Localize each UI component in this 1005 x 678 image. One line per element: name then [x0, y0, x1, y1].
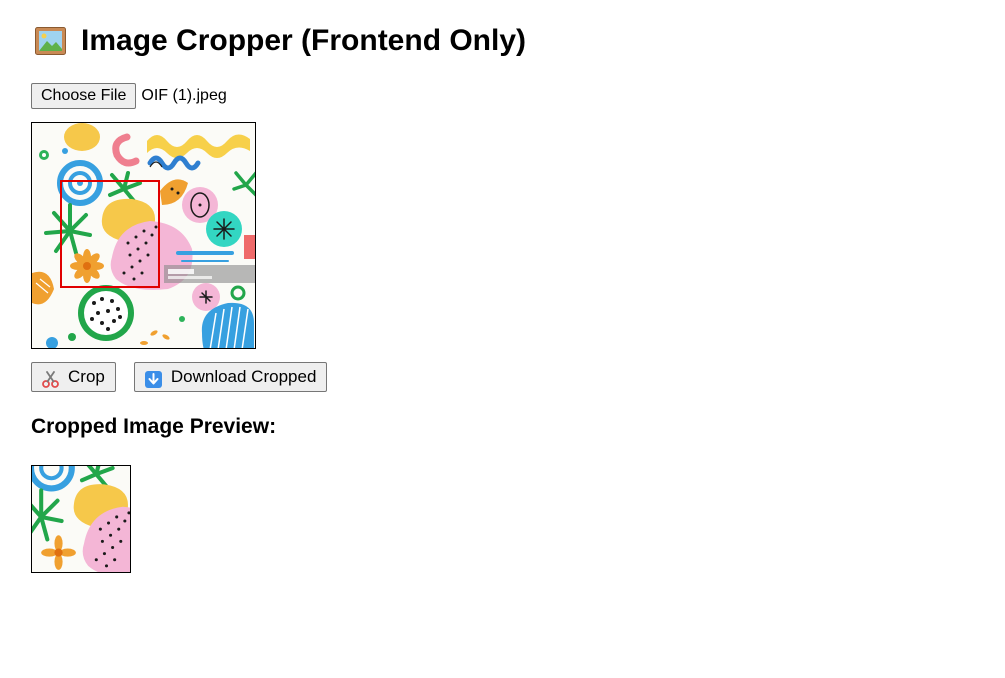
scissors-icon: [42, 369, 59, 388]
source-image: [32, 123, 255, 348]
cropped-preview: [31, 465, 131, 573]
choose-file-button[interactable]: Choose File: [31, 83, 137, 109]
preview-heading: Cropped Image Preview:: [31, 415, 277, 438]
image-cropper-page: Image Cropper (Frontend Only) Choose Fil…: [0, 0, 1005, 678]
crop-button-label: Crop: [68, 367, 105, 386]
file-input: Choose File OIF (1).jpeg: [31, 83, 227, 109]
header: Image Cropper (Frontend Only): [35, 22, 526, 60]
action-bar: Crop Download Cropped: [31, 362, 328, 392]
down-arrow-icon: [144, 369, 162, 388]
cropped-image: [32, 466, 130, 572]
crop-canvas[interactable]: [31, 122, 256, 349]
crop-button[interactable]: Crop: [31, 362, 116, 392]
download-button-label: Download Cropped: [170, 367, 317, 386]
page-title: Image Cropper (Frontend Only): [81, 24, 527, 57]
selected-file-name: OIF (1).jpeg: [141, 87, 227, 104]
download-cropped-button[interactable]: Download Cropped: [133, 362, 328, 392]
framed-picture-icon: [35, 27, 66, 55]
